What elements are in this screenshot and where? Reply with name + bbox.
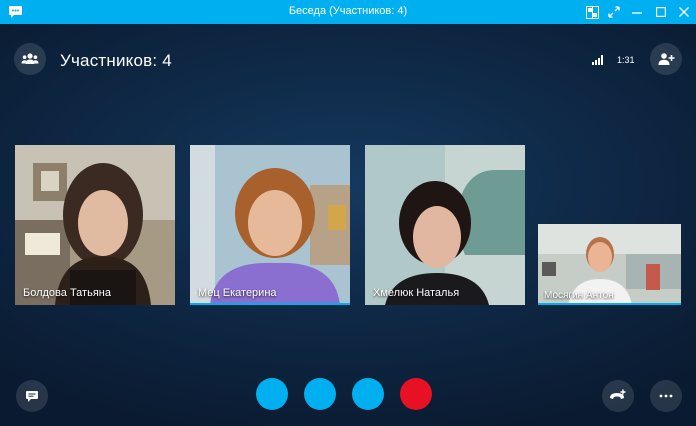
add-participant-button[interactable] xyxy=(650,43,682,75)
participant-name: Хмелюк Наталья xyxy=(373,287,460,299)
close-button[interactable] xyxy=(675,3,693,21)
speaking-indicator xyxy=(190,303,350,305)
call-add-button[interactable] xyxy=(602,380,634,412)
maximize-button[interactable] xyxy=(652,3,670,21)
mute-button[interactable] xyxy=(256,378,288,410)
snap-layout-icon xyxy=(585,5,599,19)
participant-tile[interactable]: Мец Екатерина xyxy=(190,145,350,305)
speaking-indicator xyxy=(538,303,681,305)
more-icon xyxy=(659,394,673,398)
participant-name: Болдова Татьяна xyxy=(23,287,111,299)
maximize-icon xyxy=(656,7,666,17)
share-button[interactable] xyxy=(352,378,384,410)
close-icon xyxy=(679,7,689,17)
participant-video xyxy=(190,145,350,305)
fullscreen-button[interactable] xyxy=(605,3,623,21)
add-person-icon xyxy=(658,53,675,65)
minimize-button[interactable] xyxy=(628,3,646,21)
signal-strength-icon xyxy=(592,55,603,65)
video-button[interactable] xyxy=(304,378,336,410)
participant-tile[interactable]: Болдова Татьяна xyxy=(15,145,175,305)
participant-video xyxy=(15,145,175,305)
people-icon xyxy=(21,53,39,64)
chat-icon xyxy=(26,390,38,402)
minimize-icon xyxy=(632,12,642,14)
snap-layout-button[interactable] xyxy=(583,3,601,21)
participant-video xyxy=(365,145,525,305)
participant-name: Мец Екатерина xyxy=(198,287,277,299)
participant-name: Мосягин Антон xyxy=(544,290,614,301)
end-call-button[interactable] xyxy=(400,378,432,410)
participants-button[interactable] xyxy=(14,43,46,75)
call-stage: Участников: 4 1:31 Болдова Татьяна Мец Е… xyxy=(0,24,696,426)
call-timer: 1:31 xyxy=(617,55,635,65)
call-add-icon xyxy=(610,389,626,399)
participant-tile[interactable]: Хмелюк Наталья xyxy=(365,145,525,305)
participants-count-label: Участников: 4 xyxy=(60,51,172,70)
chat-button[interactable] xyxy=(16,380,48,412)
more-options-button[interactable] xyxy=(650,380,682,412)
expand-icon xyxy=(608,6,620,18)
title-bar: Беседа (Участников: 4) xyxy=(0,0,696,24)
participant-tile[interactable]: Мосягин Антон xyxy=(538,224,681,305)
